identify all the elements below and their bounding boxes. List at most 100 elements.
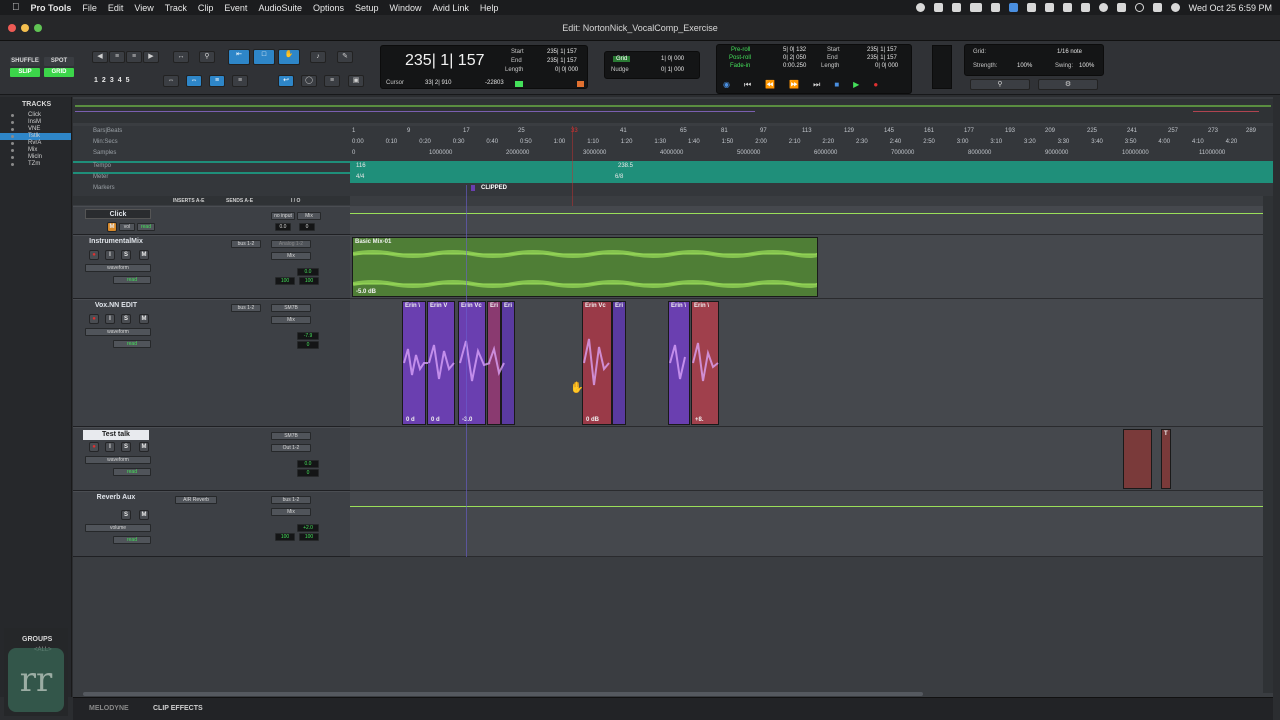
zoom-preset-1[interactable]: 1	[94, 77, 98, 84]
flame-icon[interactable]	[1026, 3, 1036, 12]
sel-start-value[interactable]: 235| 1| 157	[547, 49, 577, 55]
ruler-tempo[interactable]: Tempo 116 238.5	[73, 161, 1273, 174]
pan-value[interactable]: 0	[299, 223, 315, 231]
siri-icon[interactable]	[1170, 3, 1180, 12]
meter-marker[interactable]: 6/8	[615, 174, 623, 180]
sync-icon[interactable]	[933, 3, 943, 12]
record-icon[interactable]: ●	[873, 80, 878, 90]
link-timeline-icon[interactable]: ⇔	[186, 75, 202, 87]
menu-window[interactable]: Window	[390, 3, 422, 13]
solo-button[interactable]: S	[121, 250, 131, 260]
strength-value[interactable]: 100%	[1017, 63, 1032, 69]
input-monitor-button[interactable]: I	[105, 314, 115, 324]
automation-mode[interactable]: read	[113, 276, 151, 284]
record-status-icon[interactable]	[915, 3, 925, 12]
track-playlist-vox-edit[interactable]: Erin \ 0 d Erin V0 d Erin Vc -3.0 Eri Eri …	[350, 299, 1263, 427]
pan-left-value[interactable]: 100	[275, 277, 295, 285]
grid-label[interactable]: Grid	[613, 56, 631, 62]
fadein-value[interactable]: 0:00.250	[783, 63, 806, 69]
solo-button[interactable]: S	[121, 510, 131, 520]
menu-view[interactable]: View	[134, 3, 153, 13]
battery-icon[interactable]	[969, 3, 982, 12]
mute-button[interactable]: M	[139, 510, 149, 520]
pb-length-value[interactable]: 0| 0| 000	[875, 63, 898, 69]
zoom-midi-icon[interactable]: ≡	[126, 51, 142, 63]
mirror-midi-icon[interactable]: ↩	[278, 75, 294, 87]
grabber-tool-icon[interactable]: ✋	[278, 49, 300, 65]
clip-gain[interactable]: -3.0	[462, 417, 472, 423]
menu-help[interactable]: Help	[480, 3, 499, 13]
track-header-instrumentalmix[interactable]: InstrumentalMix ● I S M waveform read bu…	[73, 235, 350, 299]
volume-value[interactable]: 0.0	[297, 460, 319, 468]
menu-edit[interactable]: Edit	[108, 3, 124, 13]
io-input[interactable]: SM7B	[271, 304, 311, 312]
ruler-meter[interactable]: Meter 4/4 6/8	[73, 172, 1273, 185]
input-monitor-button[interactable]: I	[105, 250, 115, 260]
track-header-vox-edit[interactable]: Vox.NN EDIT ● I S M waveform read bus 1-…	[73, 299, 350, 427]
sel-end-value[interactable]: 235| 1| 157	[547, 58, 577, 64]
swing-value[interactable]: 100%	[1079, 63, 1094, 69]
track-name[interactable]: Test talk	[83, 430, 149, 440]
track-playlist-reverb-aux[interactable]	[350, 491, 1263, 557]
tracklist-item[interactable]: Micln	[0, 154, 71, 161]
tempo-marker[interactable]: 238.5	[618, 163, 633, 169]
track-header-click[interactable]: Click M vol read no input Mix 0.0 0	[73, 206, 350, 235]
zoom-in-horizontal-icon[interactable]: ▶	[143, 51, 159, 63]
apple-icon[interactable]: 	[12, 2, 20, 13]
vocal-clip[interactable]: Eri	[612, 301, 626, 425]
solo-button[interactable]: S	[121, 314, 131, 324]
ruler-markers[interactable]: Markers CLIPPED	[73, 183, 1273, 194]
vocal-clip[interactable]: Erin Vc 0 dB	[582, 301, 612, 425]
view-selector[interactable]: vol	[119, 223, 135, 231]
io-input[interactable]: no input	[271, 212, 295, 220]
volume-value[interactable]: +2.0	[297, 524, 319, 532]
tracklist-item[interactable]: InsM	[0, 119, 71, 126]
universe-view[interactable]	[73, 99, 1273, 123]
track-header-reverb-aux[interactable]: Reverb Aux S M volume read AIR Reverb bu…	[73, 491, 350, 557]
clip-gain[interactable]: +8.	[695, 417, 704, 423]
zoom-preset-3[interactable]: 3	[110, 77, 114, 84]
zoomer-tool-icon[interactable]: ↔	[173, 51, 189, 63]
volume-value[interactable]: -7.9	[297, 332, 319, 340]
vpn-icon[interactable]	[1008, 3, 1018, 12]
grid-value[interactable]: 1| 0| 000	[661, 56, 684, 62]
selector-tool-icon[interactable]: □	[253, 49, 275, 65]
keyfocus-icon[interactable]: ⇔	[163, 75, 179, 87]
vocal-clip[interactable]: Eri	[487, 301, 501, 425]
tracklist-item[interactable]: Tstlk	[0, 133, 71, 140]
nudge-label[interactable]: Nudge	[611, 67, 629, 73]
automation-mode[interactable]: read	[113, 468, 151, 476]
trim-tool-icon[interactable]: ⇤	[228, 49, 250, 65]
stop-icon[interactable]: ■	[834, 80, 839, 90]
vocal-clip[interactable]: Erin V 0 d	[427, 301, 455, 425]
vocal-clip[interactable]: Erin \ +8.	[691, 301, 719, 425]
notes-icon[interactable]	[1044, 3, 1054, 12]
menu-clip[interactable]: Clip	[198, 3, 214, 13]
send-a[interactable]: bus 1-2	[231, 240, 261, 248]
preroll-value[interactable]: 5| 0| 132	[783, 47, 806, 53]
settings-gear-icon[interactable]: ⚙	[1038, 79, 1098, 90]
vocal-clip[interactable]: Erin Vc -3.0	[458, 301, 486, 425]
track-name[interactable]: Vox.NN EDIT	[83, 302, 149, 309]
marker-clipped[interactable]: CLIPPED	[471, 185, 507, 191]
menu-app[interactable]: Pro Tools	[31, 3, 72, 13]
online-icon[interactable]: ◉	[723, 80, 730, 90]
vocal-clip[interactable]: Erin \	[668, 301, 690, 425]
io-output[interactable]: Mix	[271, 316, 311, 324]
tracklist-item[interactable]: Mix	[0, 147, 71, 154]
search-icon[interactable]	[1134, 3, 1144, 12]
io-output[interactable]: Mix	[271, 508, 311, 516]
postroll-value[interactable]: 0| 2| 050	[783, 55, 806, 61]
zoom-waveform-icon[interactable]: ≡	[109, 51, 125, 63]
c-icon[interactable]	[1062, 3, 1072, 12]
menu-track[interactable]: Track	[165, 3, 187, 13]
io-output[interactable]: Out 1-2	[271, 444, 311, 452]
menu-setup[interactable]: Setup	[355, 3, 379, 13]
menu-clock[interactable]: Wed Oct 25 6:59 PM	[1189, 3, 1272, 13]
link-track-icon[interactable]: ≡	[209, 75, 225, 87]
record-enable-button[interactable]: ●	[89, 442, 99, 452]
zoom-preset-4[interactable]: 4	[118, 77, 122, 84]
tab-transient-icon[interactable]: ≡	[232, 75, 248, 87]
menu-options[interactable]: Options	[313, 3, 344, 13]
pb-start-value[interactable]: 235| 1| 157	[867, 47, 897, 53]
